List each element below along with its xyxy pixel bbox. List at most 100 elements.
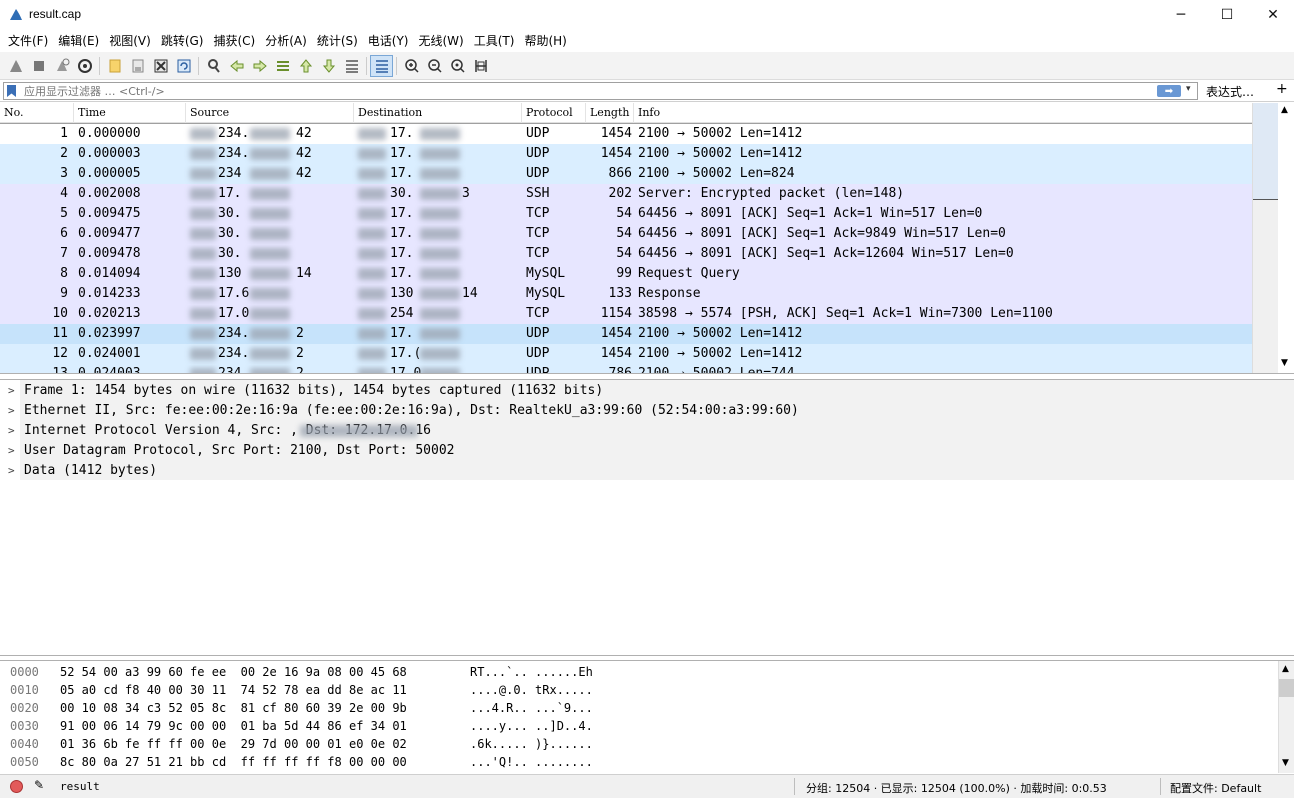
redacted-source <box>190 288 216 300</box>
zoom-out-button[interactable] <box>423 55 446 77</box>
close-file-button[interactable] <box>149 55 172 77</box>
packet-row[interactable]: 3 0.000005 UDP 866 2100 → 50002 Len=824 234 42… <box>0 164 1252 184</box>
packet-row[interactable]: 9 0.014233 MySQL 133 Response 17.6 130 14 <box>0 284 1252 304</box>
bookmark-icon[interactable] <box>7 85 16 97</box>
close-button[interactable]: ✕ <box>1250 0 1294 30</box>
capture-options-button[interactable] <box>73 55 96 77</box>
zoom-in-button[interactable] <box>400 55 423 77</box>
menu-item[interactable]: 视图(V) <box>104 30 156 52</box>
hex-line[interactable]: 0010 05 a0 cd f8 40 00 30 11 74 52 78 ea … <box>0 681 1270 699</box>
expand-chevron-icon[interactable]: > <box>8 381 15 401</box>
resize-columns-button[interactable] <box>469 55 492 77</box>
menu-item[interactable]: 无线(W) <box>414 30 469 52</box>
packet-row[interactable]: 4 0.002008 SSH 202 Server: Encrypted packet … <box>0 184 1252 204</box>
add-filter-button[interactable]: + <box>1276 81 1288 97</box>
packet-row[interactable]: 10 0.020213 TCP 1154 38598 → 5574 [PSH, ACK]… <box>0 304 1252 324</box>
column-header-no[interactable]: No. <box>0 103 74 123</box>
hex-line[interactable]: 0020 00 10 08 34 c3 52 05 8c 81 cf 80 60 … <box>0 699 1270 717</box>
column-header-length[interactable]: Length <box>586 103 634 123</box>
packet-destination: 17.0 <box>390 366 422 374</box>
scroll-down-icon[interactable]: ▼ <box>1281 358 1288 368</box>
hex-offset: 0020 <box>10 701 39 715</box>
packet-row[interactable]: 2 0.000003 UDP 1454 2100 → 50002 Len=1412 234… <box>0 144 1252 164</box>
detail-tree-item[interactable]: > Frame 1: 1454 bytes on wire (11632 bits… <box>4 381 1290 401</box>
go-back-button[interactable] <box>225 55 248 77</box>
expand-chevron-icon[interactable]: > <box>8 421 15 441</box>
packet-row[interactable]: 13 0.024003 UDP 786 2100 → 50002 Len=744 234.… <box>0 364 1252 374</box>
detail-tree-item[interactable]: > Data (1412 bytes) <box>4 461 1290 481</box>
scroll-up-icon[interactable]: ▲ <box>1282 664 1289 674</box>
redacted-source <box>250 288 290 300</box>
go-forward-button[interactable] <box>248 55 271 77</box>
go-to-packet-button[interactable] <box>271 55 294 77</box>
expand-chevron-icon[interactable]: > <box>8 461 15 481</box>
expert-info-icon[interactable] <box>10 780 23 793</box>
menu-item[interactable]: 统计(S) <box>312 30 363 52</box>
zoom-reset-button[interactable] <box>446 55 469 77</box>
display-filter-input[interactable] <box>24 84 1144 99</box>
reload-file-button[interactable] <box>172 55 195 77</box>
packet-row[interactable]: 7 0.009478 TCP 54 64456 → 8091 [ACK] Seq=1 A… <box>0 244 1252 264</box>
column-header-protocol[interactable]: Protocol <box>522 103 586 123</box>
menu-item[interactable]: 帮助(H) <box>519 30 571 52</box>
menu-item[interactable]: 工具(T) <box>469 30 520 52</box>
apply-filter-button[interactable]: ➡ <box>1157 85 1181 97</box>
packet-row[interactable]: 1 0.000000 UDP 1454 2100 → 50002 Len=1412 234… <box>0 123 1253 145</box>
packet-list-scrollbar[interactable] <box>1252 103 1278 373</box>
menu-item[interactable]: 文件(F) <box>3 30 53 52</box>
find-packet-button[interactable] <box>202 55 225 77</box>
hex-line[interactable]: 0040 01 36 6b fe ff ff 00 0e 29 7d 00 00 … <box>0 735 1270 753</box>
packet-time: 0.014233 <box>78 286 141 301</box>
packet-minimap[interactable]: ▲ ▼ <box>1278 103 1294 373</box>
hex-line[interactable]: 0030 91 00 06 14 79 9c 00 00 01 ba 5d 44 … <box>0 717 1270 735</box>
hex-line[interactable]: 0050 8c 80 0a 27 51 21 bb cd ff ff ff ff … <box>0 753 1270 771</box>
stop-button[interactable] <box>27 55 50 77</box>
profile-selector[interactable]: 配置文件: Default <box>1170 780 1261 796</box>
detail-tree-item[interactable]: > Ethernet II, Src: fe:ee:00:2e:16:9a (fe… <box>4 401 1290 421</box>
menu-item[interactable]: 分析(A) <box>260 30 312 52</box>
restart-button[interactable] <box>50 55 73 77</box>
column-header-info[interactable]: Info <box>634 103 1252 123</box>
window-title: result.cap <box>29 7 82 21</box>
menu-item[interactable]: 捕获(C) <box>208 30 260 52</box>
menu-item[interactable]: 跳转(G) <box>156 30 209 52</box>
toolbar-separator <box>396 56 397 75</box>
packet-row[interactable]: 5 0.009475 TCP 54 64456 → 8091 [ACK] Seq=1 A… <box>0 204 1252 224</box>
detail-tree-item[interactable]: > User Datagram Protocol, Src Port: 2100,… <box>4 441 1290 461</box>
menu-item[interactable]: 编辑(E) <box>53 30 104 52</box>
maximize-button[interactable]: ☐ <box>1204 0 1250 30</box>
minimize-button[interactable]: ─ <box>1158 0 1204 30</box>
auto-scroll-button[interactable] <box>340 55 363 77</box>
packet-number: 3 <box>60 166 68 181</box>
scroll-up-icon[interactable]: ▲ <box>1281 105 1288 115</box>
redacted-destination <box>420 348 460 360</box>
open-file-button[interactable] <box>103 55 126 77</box>
save-file-button[interactable] <box>126 55 149 77</box>
packet-time: 0.000000 <box>78 126 141 141</box>
packet-row[interactable]: 12 0.024001 UDP 1454 2100 → 50002 Len=1412 23… <box>0 344 1252 364</box>
column-header-source[interactable]: Source <box>186 103 354 123</box>
hex-line[interactable]: 0000 52 54 00 a3 99 60 fe ee 00 2e 16 9a … <box>0 663 1270 681</box>
column-header-destination[interactable]: Destination <box>354 103 522 123</box>
colorize-button[interactable] <box>370 54 393 77</box>
first-packet-button[interactable] <box>294 55 317 77</box>
scrollbar-thumb[interactable] <box>1253 103 1278 200</box>
scrollbar-thumb[interactable] <box>1279 679 1294 697</box>
bytes-scrollbar[interactable]: ▲ ▼ <box>1278 661 1294 773</box>
packet-row[interactable]: 8 0.014094 MySQL 99 Request Query 130 14 17. <box>0 264 1252 284</box>
scroll-down-icon[interactable]: ▼ <box>1282 758 1289 768</box>
expression-button[interactable]: 表达式… <box>1206 83 1254 100</box>
packet-row[interactable]: 6 0.009477 TCP 54 64456 → 8091 [ACK] Seq=1 A… <box>0 224 1252 244</box>
detail-tree-item[interactable]: > Internet Protocol Version 4, Src: , Dst… <box>4 421 1290 441</box>
expand-chevron-icon[interactable]: > <box>8 401 15 421</box>
expand-chevron-icon[interactable]: > <box>8 441 15 461</box>
last-packet-button[interactable] <box>317 55 340 77</box>
filter-history-dropdown[interactable]: ▾ <box>1186 84 1191 94</box>
capture-comment-icon[interactable]: ✎ <box>34 778 44 792</box>
column-header-time[interactable]: Time <box>74 103 186 123</box>
hex-bytes: 05 a0 cd f8 40 00 30 11 74 52 78 ea dd 8… <box>60 683 407 697</box>
menu-item[interactable]: 电话(Y) <box>363 30 414 52</box>
packet-row[interactable]: 11 0.023997 UDP 1454 2100 → 50002 Len=1412 23… <box>0 324 1252 344</box>
packet-details: > Frame 1: 1454 bytes on wire (11632 bits… <box>0 379 1294 656</box>
shark-fin-start-button[interactable] <box>4 55 27 77</box>
